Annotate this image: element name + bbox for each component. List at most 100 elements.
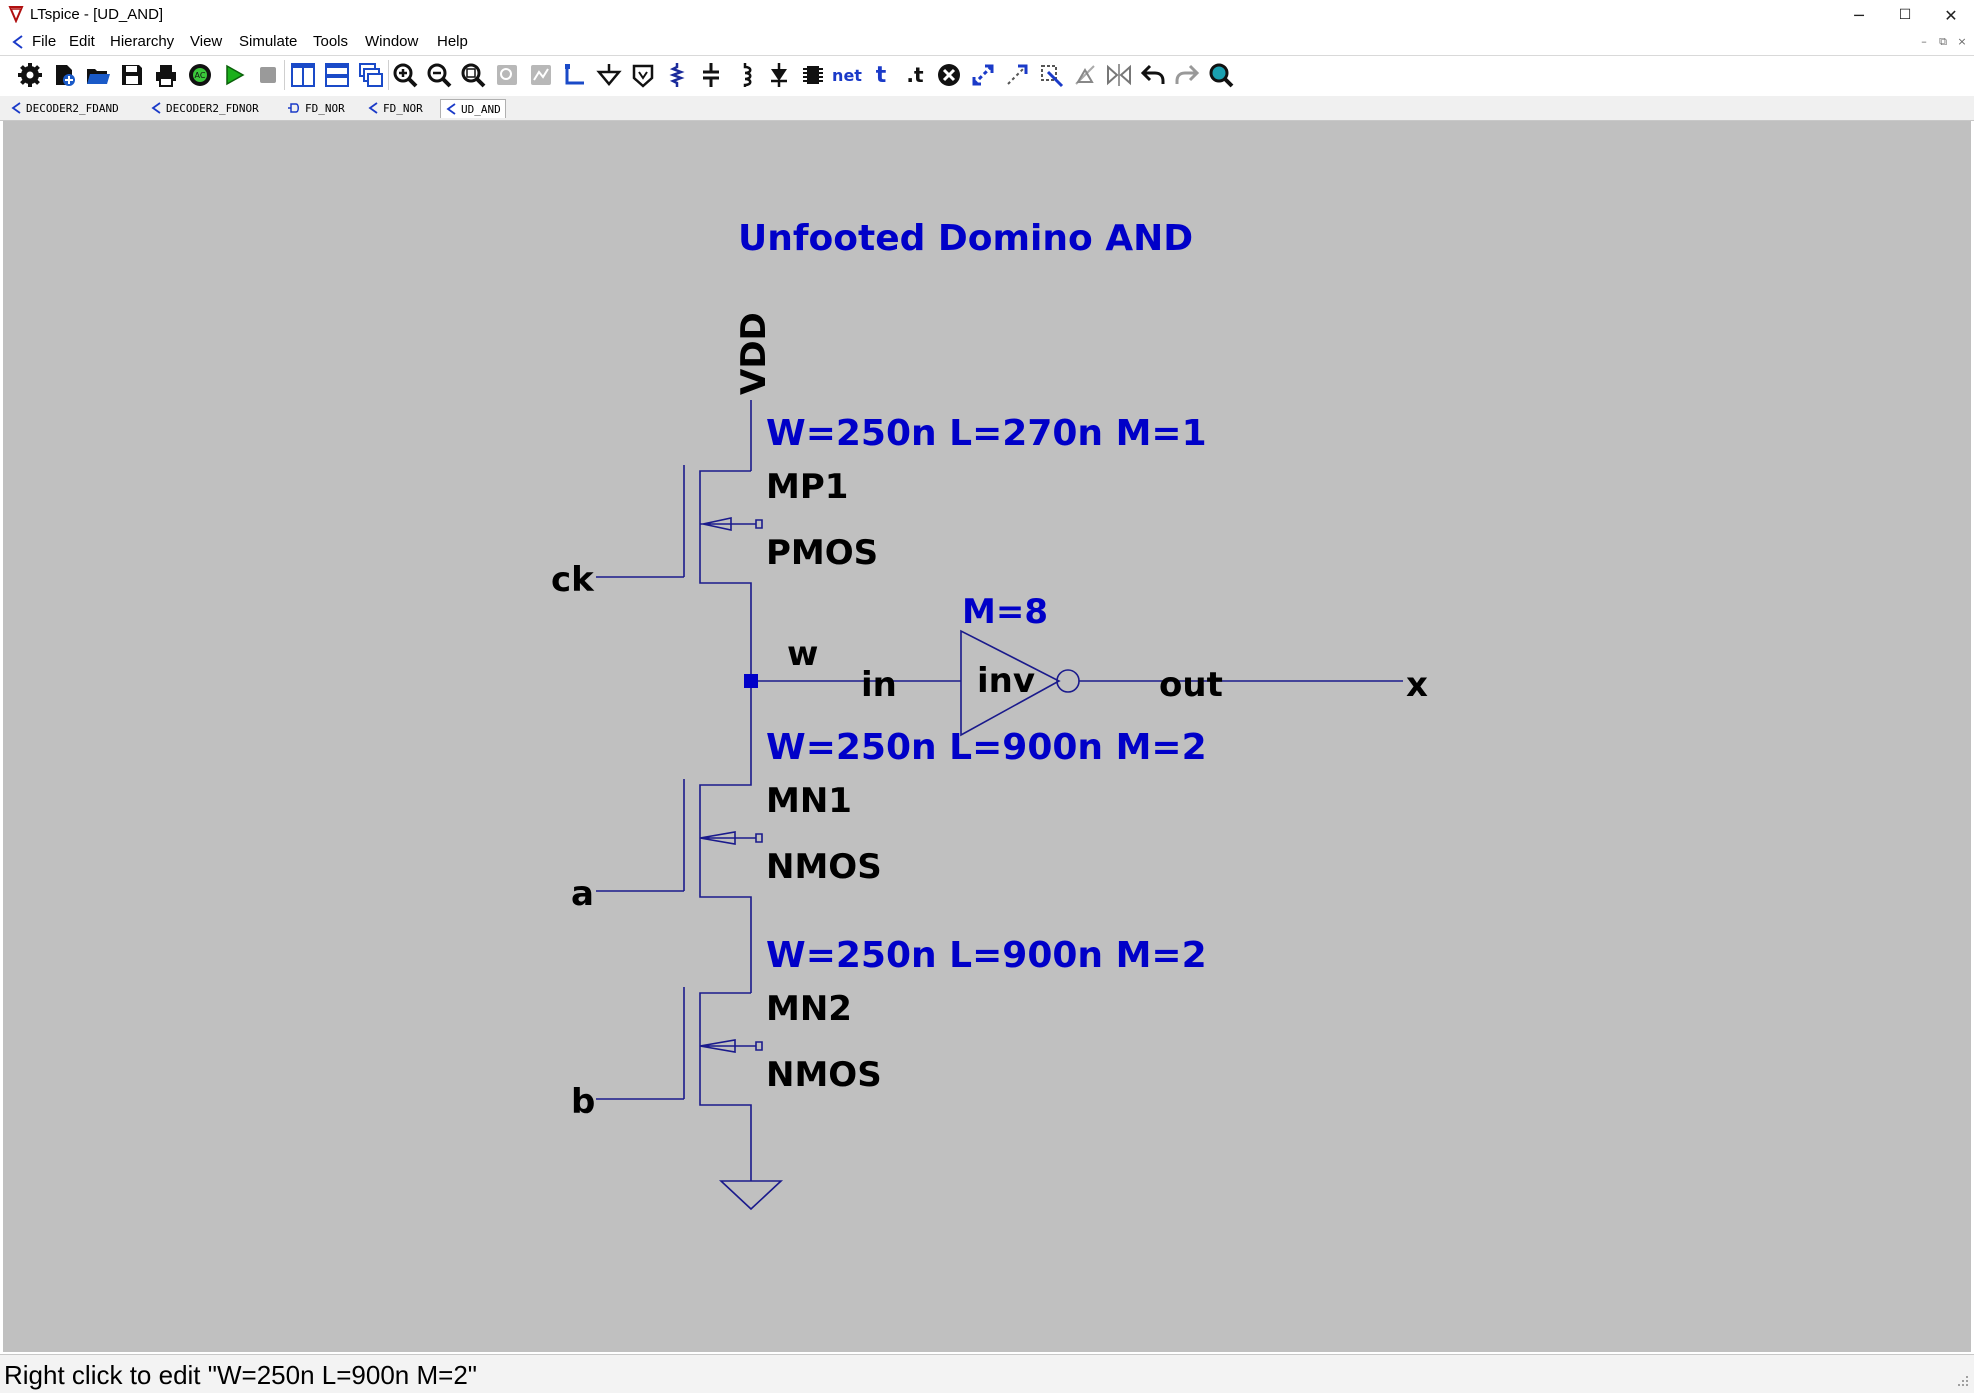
schematic-icon bbox=[151, 102, 161, 114]
find-icon[interactable] bbox=[1206, 60, 1236, 90]
drag-icon[interactable] bbox=[1036, 60, 1066, 90]
menu-hierarchy[interactable]: Hierarchy bbox=[110, 33, 174, 50]
halt-icon[interactable] bbox=[253, 60, 283, 90]
menu-window[interactable]: Window bbox=[365, 33, 418, 50]
text-icon[interactable]: t bbox=[866, 60, 896, 90]
zoom-in-icon[interactable] bbox=[390, 60, 420, 90]
inv-out-pin: out bbox=[1159, 665, 1223, 705]
schematic-icon bbox=[368, 102, 378, 114]
component-icon[interactable] bbox=[798, 60, 828, 90]
undo-icon[interactable] bbox=[1138, 60, 1168, 90]
spice-directive-icon[interactable]: .t bbox=[900, 60, 930, 90]
ground-symbol[interactable] bbox=[718, 1180, 784, 1211]
tab-ud-and[interactable]: UD_AND bbox=[440, 99, 506, 118]
mp1-transistor[interactable] bbox=[596, 465, 763, 681]
b-net-label[interactable]: b bbox=[571, 1082, 595, 1122]
mdi-restore-button[interactable]: ⧉ bbox=[1935, 34, 1951, 50]
tab-label: DECODER2_FDAND bbox=[26, 101, 119, 115]
tab-fd-nor-schematic[interactable]: FD_NOR bbox=[367, 99, 423, 117]
x-net-label[interactable]: x bbox=[1406, 665, 1428, 705]
tab-decoder2-fdnor[interactable]: DECODER2_FDNOR bbox=[150, 99, 259, 117]
title-bar bbox=[0, 0, 1974, 30]
duplicate-icon[interactable] bbox=[968, 60, 998, 90]
mp1-params[interactable]: W=250n L=270n M=1 bbox=[766, 413, 1207, 454]
resize-grip-icon[interactable] bbox=[1956, 1374, 1970, 1388]
mdi-close-button[interactable]: × bbox=[1954, 34, 1970, 50]
cascade-icon[interactable] bbox=[356, 60, 386, 90]
ac-analysis-icon[interactable]: AC bbox=[185, 60, 215, 90]
settings-icon[interactable] bbox=[15, 60, 45, 90]
wire-icon[interactable] bbox=[560, 60, 590, 90]
tab-fd-nor-symbol[interactable]: FD_NOR bbox=[287, 99, 345, 117]
toolbar-separator bbox=[388, 60, 389, 90]
run-icon[interactable] bbox=[219, 60, 249, 90]
mirror-icon[interactable] bbox=[1104, 60, 1134, 90]
status-text: Right click to edit "W=250n L=900n M=2" bbox=[4, 1360, 478, 1390]
w-net-label[interactable]: w bbox=[787, 634, 818, 674]
mn1-name[interactable]: MN1 bbox=[766, 781, 852, 821]
junction-dot bbox=[744, 674, 758, 688]
mn2-model[interactable]: NMOS bbox=[766, 1055, 882, 1095]
document-icon bbox=[12, 35, 23, 49]
menu-tools[interactable]: Tools bbox=[313, 33, 348, 50]
inductor-icon[interactable] bbox=[730, 60, 760, 90]
zoom-back-icon[interactable] bbox=[492, 60, 522, 90]
mp1-model[interactable]: PMOS bbox=[766, 533, 878, 573]
tab-decoder2-fdand[interactable]: DECODER2_FDAND bbox=[10, 99, 119, 117]
vdd-label[interactable]: VDD bbox=[734, 312, 774, 395]
delete-icon[interactable] bbox=[934, 60, 964, 90]
resistor-icon[interactable] bbox=[662, 60, 692, 90]
mp1-name[interactable]: MP1 bbox=[766, 467, 848, 507]
diode-icon[interactable] bbox=[764, 60, 794, 90]
save-icon[interactable] bbox=[117, 60, 147, 90]
mdi-minimize-button[interactable]: – bbox=[1916, 34, 1932, 50]
close-window-button[interactable]: ✕ bbox=[1928, 0, 1974, 30]
toolbar-separator bbox=[284, 60, 285, 90]
net-label-icon[interactable]: net bbox=[832, 60, 862, 90]
label-net-icon[interactable] bbox=[628, 60, 658, 90]
redo-icon[interactable] bbox=[1172, 60, 1202, 90]
menu-help[interactable]: Help bbox=[437, 33, 468, 50]
print-icon[interactable] bbox=[151, 60, 181, 90]
autorange-icon[interactable] bbox=[526, 60, 556, 90]
tab-label: UD_AND bbox=[461, 102, 501, 116]
schematic-icon bbox=[11, 102, 21, 114]
ground-icon[interactable] bbox=[594, 60, 624, 90]
new-schematic-icon[interactable] bbox=[49, 60, 79, 90]
schematic-icon bbox=[446, 103, 456, 115]
menu-simulate[interactable]: Simulate bbox=[239, 33, 297, 50]
rotate-icon[interactable] bbox=[1070, 60, 1100, 90]
tab-label: FD_NOR bbox=[383, 101, 423, 115]
move-icon[interactable] bbox=[1002, 60, 1032, 90]
capacitor-icon[interactable] bbox=[696, 60, 726, 90]
window-title: LTspice - [UD_AND] bbox=[30, 6, 164, 23]
schematic-canvas[interactable]: Unfooted Domino AND VDD W=250n L=270n M=… bbox=[3, 121, 1971, 1352]
menu-file[interactable]: File bbox=[32, 33, 56, 50]
zoom-fit-icon[interactable] bbox=[458, 60, 488, 90]
mn2-params[interactable]: W=250n L=900n M=2 bbox=[766, 935, 1207, 976]
open-icon[interactable] bbox=[83, 60, 113, 90]
inv-params[interactable]: M=8 bbox=[962, 592, 1048, 632]
zoom-out-icon[interactable] bbox=[424, 60, 454, 90]
svg-text:AC: AC bbox=[195, 71, 206, 80]
tab-label: DECODER2_FDNOR bbox=[166, 101, 259, 115]
schematic-title[interactable]: Unfooted Domino AND bbox=[738, 218, 1193, 259]
tab-label: FD_NOR bbox=[305, 101, 345, 115]
symbol-icon bbox=[288, 103, 299, 113]
minimize-window-button[interactable]: ─ bbox=[1836, 0, 1882, 30]
ck-net-label[interactable]: ck bbox=[551, 560, 595, 600]
tile-horizontal-icon[interactable] bbox=[322, 60, 352, 90]
mn2-name[interactable]: MN2 bbox=[766, 989, 852, 1029]
menu-view[interactable]: View bbox=[190, 33, 222, 50]
mn1-transistor[interactable] bbox=[596, 681, 763, 993]
a-net-label[interactable]: a bbox=[571, 874, 594, 914]
tile-vertical-icon[interactable] bbox=[288, 60, 318, 90]
mn1-params[interactable]: W=250n L=900n M=2 bbox=[766, 727, 1207, 768]
inv-name[interactable]: inv bbox=[977, 661, 1035, 701]
mn2-transistor[interactable] bbox=[596, 987, 763, 1181]
mn1-model[interactable]: NMOS bbox=[766, 847, 882, 887]
ltspice-app-icon bbox=[8, 6, 24, 23]
maximize-window-button[interactable]: ☐ bbox=[1882, 0, 1928, 30]
menu-edit[interactable]: Edit bbox=[69, 33, 95, 50]
schematic-drawing: Unfooted Domino AND VDD W=250n L=270n M=… bbox=[551, 218, 1428, 1211]
